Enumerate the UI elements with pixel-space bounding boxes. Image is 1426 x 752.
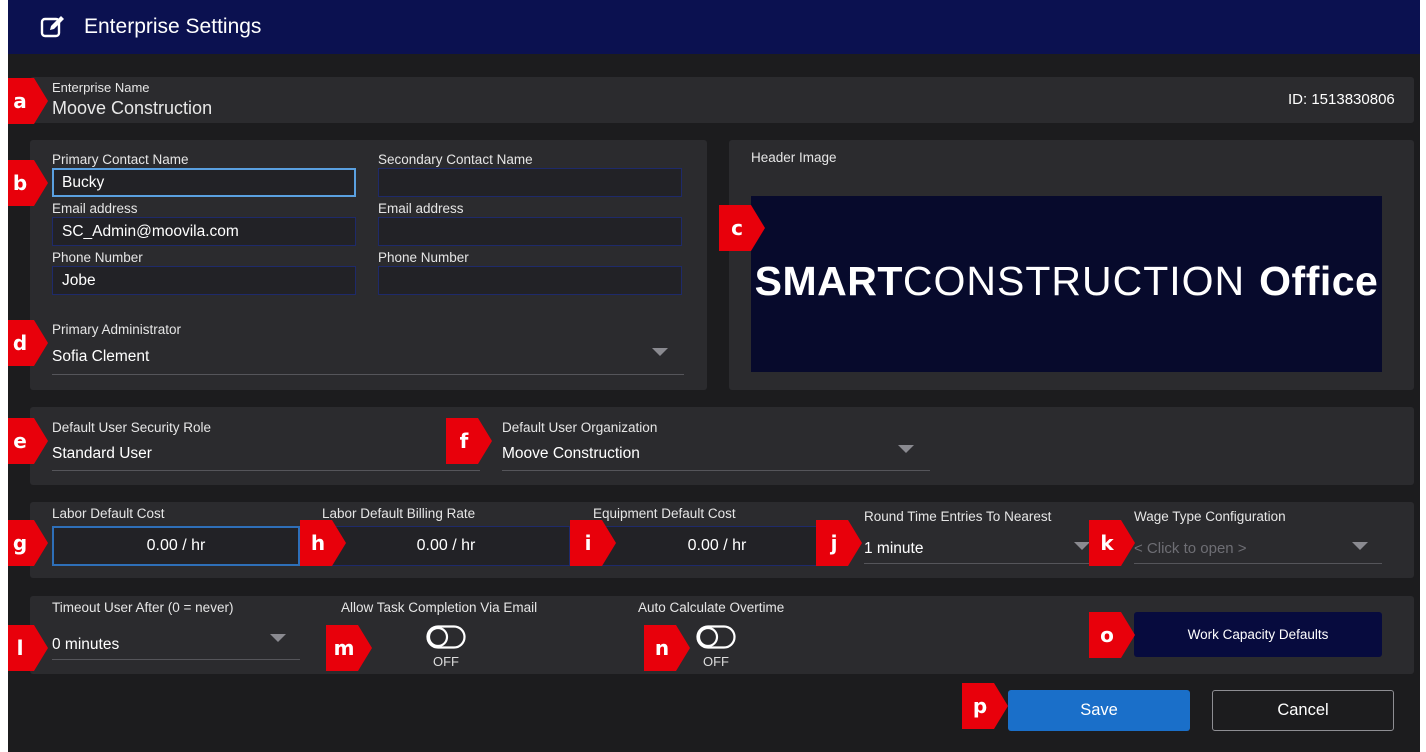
annotation-badge-f: f [446, 418, 492, 464]
divider [52, 374, 684, 375]
title-bar: Enterprise Settings [8, 0, 1420, 54]
default-user-panel: Default User Security Role Standard User… [30, 407, 1414, 485]
costs-panel: Labor Default Cost 0.00 / hr Labor Defau… [30, 502, 1414, 578]
overtime-label: Auto Calculate Overtime [638, 600, 785, 615]
annotation-badge-d: d [8, 320, 48, 366]
primary-administrator-select[interactable]: Sofia Clement [52, 340, 684, 375]
chevron-down-icon [1074, 542, 1090, 550]
secondary-contact-name-label: Secondary Contact Name [378, 152, 533, 167]
annotation-badge-e: e [8, 418, 48, 464]
chevron-down-icon [1352, 542, 1368, 550]
organization-select[interactable]: Moove Construction [502, 439, 930, 471]
primary-email-label: Email address [52, 201, 138, 216]
enterprise-id: ID: 1513830806 [1288, 91, 1395, 108]
annotation-badge-m: m [326, 625, 372, 671]
enterprise-settings-window: Enterprise Settings Enterprise Name Moov… [8, 0, 1420, 752]
security-role-select[interactable]: Standard User [52, 439, 480, 471]
annotation-badge-p: p [962, 683, 1008, 729]
secondary-email-label: Email address [378, 201, 464, 216]
divider [52, 470, 480, 471]
task-email-state: OFF [433, 654, 459, 669]
divider [52, 659, 300, 660]
smartconstruction-logo: SMARTCONSTRUCTION Office [754, 258, 1379, 304]
enterprise-name-value: Moove Construction [52, 98, 213, 118]
chevron-down-icon [652, 348, 668, 356]
annotation-badge-i: i [570, 520, 616, 566]
overtime-state: OFF [703, 654, 729, 669]
wage-type-placeholder: < Click to open > [1134, 540, 1247, 557]
enterprise-name-label: Enterprise Name [52, 80, 150, 95]
contacts-panel: Primary Contact Name Bucky Email address… [30, 140, 707, 390]
cancel-button[interactable]: Cancel [1212, 690, 1394, 731]
annotation-badge-c: c [719, 205, 765, 251]
annotation-badge-o: o [1089, 612, 1135, 658]
overtime-toggle[interactable] [696, 625, 736, 649]
equipment-cost-input[interactable]: 0.00 / hr [593, 526, 841, 566]
task-email-toggle[interactable] [426, 625, 466, 649]
annotation-badge-b: b [8, 160, 48, 206]
annotation-badge-l: l [8, 625, 48, 671]
wage-type-select[interactable]: < Click to open > [1134, 532, 1382, 564]
work-capacity-defaults-button[interactable]: Work Capacity Defaults [1134, 612, 1382, 657]
annotation-badge-g: g [8, 520, 48, 566]
labor-billing-input[interactable]: 0.00 / hr [322, 526, 570, 566]
edit-icon [40, 16, 64, 38]
timeout-value: 0 minutes [52, 636, 120, 653]
labor-billing-label: Labor Default Billing Rate [322, 506, 476, 521]
primary-phone-label: Phone Number [52, 250, 143, 265]
labor-cost-label: Labor Default Cost [52, 506, 165, 521]
equipment-cost-label: Equipment Default Cost [593, 506, 736, 521]
secondary-phone-label: Phone Number [378, 250, 469, 265]
annotation-badge-k: k [1089, 520, 1135, 566]
header-image-label: Header Image [751, 150, 837, 165]
enterprise-name-panel: Enterprise Name Moove Construction ID: 1… [30, 77, 1414, 123]
timeout-label: Timeout User After (0 = never) [52, 600, 234, 615]
labor-cost-input[interactable]: 0.00 / hr [52, 526, 300, 566]
chevron-down-icon [270, 634, 286, 642]
wage-type-label: Wage Type Configuration [1134, 509, 1286, 524]
divider [1134, 563, 1382, 564]
primary-contact-name-label: Primary Contact Name [52, 152, 189, 167]
organization-value: Moove Construction [502, 445, 640, 462]
timeout-select[interactable]: 0 minutes [52, 626, 300, 660]
security-role-label: Default User Security Role [52, 420, 212, 435]
divider [864, 563, 1090, 564]
primary-email-input[interactable]: SC_Admin@moovila.com [52, 217, 356, 246]
round-time-value: 1 minute [864, 540, 924, 557]
secondary-email-input[interactable] [378, 217, 682, 246]
security-role-value: Standard User [52, 445, 152, 462]
primary-administrator-label: Primary Administrator [52, 322, 182, 337]
secondary-contact-name-input[interactable] [378, 168, 682, 197]
primary-administrator-value: Sofia Clement [52, 348, 150, 365]
annotation-badge-a: a [8, 78, 48, 124]
primary-phone-input[interactable]: Jobe [52, 266, 356, 295]
round-time-label: Round Time Entries To Nearest [864, 509, 1052, 524]
header-image[interactable]: SMARTCONSTRUCTION Office [751, 196, 1382, 372]
organization-label: Default User Organization [502, 420, 658, 435]
annotation-badge-n: n [644, 625, 690, 671]
annotation-badge-h: h [300, 520, 346, 566]
window-title: Enterprise Settings [84, 15, 262, 38]
chevron-down-icon [898, 445, 914, 453]
annotation-badge-j: j [816, 520, 862, 566]
divider [502, 470, 930, 471]
save-button[interactable]: Save [1008, 690, 1190, 731]
round-time-select[interactable]: 1 minute [864, 532, 1090, 564]
secondary-phone-input[interactable] [378, 266, 682, 295]
primary-contact-name-input[interactable]: Bucky [52, 168, 356, 197]
task-email-label: Allow Task Completion Via Email [341, 600, 538, 615]
